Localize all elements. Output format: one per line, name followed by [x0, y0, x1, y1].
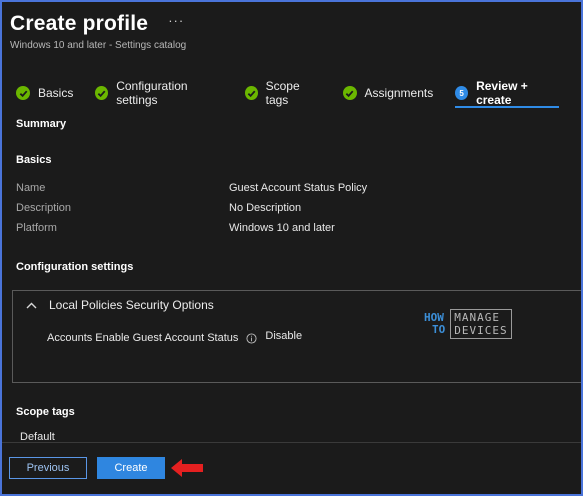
checkmark-icon: [16, 86, 30, 100]
watermark-right: MANAGE DEVICES: [450, 309, 512, 339]
more-options-icon[interactable]: ···: [168, 13, 184, 28]
settings-group-left-border: [12, 290, 13, 382]
tab-configuration-settings[interactable]: Configuration settings: [95, 79, 222, 107]
name-label: Name: [16, 182, 46, 194]
settings-group-bottom-divider: [12, 382, 581, 383]
step-label: Basics: [38, 86, 74, 100]
platform-value: Windows 10 and later: [229, 222, 335, 234]
platform-label: Platform: [16, 222, 57, 234]
step-label: Scope tags: [265, 79, 300, 107]
settings-group-top-divider: [12, 290, 581, 291]
watermark-devices: DEVICES: [454, 324, 508, 337]
chevron-up-icon[interactable]: [26, 298, 37, 312]
settings-group-header[interactable]: Local Policies Security Options: [26, 298, 214, 312]
page-subtitle: Windows 10 and later - Settings catalog: [10, 40, 187, 51]
scope-tags-heading: Scope tags: [16, 406, 75, 418]
annotation-arrow-icon: [168, 456, 206, 485]
summary-heading: Summary: [16, 118, 67, 130]
watermark-manage: MANAGE: [454, 311, 500, 324]
step-number-badge: 5: [455, 86, 469, 100]
tab-review-create[interactable]: 5 Review + create: [455, 79, 559, 108]
name-value: Guest Account Status Policy: [229, 182, 368, 194]
title-row: Create profile ···: [10, 12, 184, 36]
footer-divider: [2, 442, 581, 443]
tab-scope-tags[interactable]: Scope tags: [244, 79, 321, 107]
create-profile-panel: Create profile ··· Windows 10 and later …: [0, 0, 583, 496]
tab-assignments[interactable]: Assignments: [342, 82, 434, 104]
checkmark-icon: [95, 86, 109, 100]
watermark-left: HOW TO: [424, 312, 445, 336]
step-label: Assignments: [364, 86, 434, 100]
description-value: No Description: [229, 202, 302, 214]
wizard-steps: Basics Configuration settings Scope tags…: [16, 79, 581, 108]
watermark-to: TO: [432, 323, 446, 336]
watermark-logo: HOW TO MANAGE DEVICES: [424, 309, 512, 339]
setting-name: Accounts Enable Guest Account Status: [47, 332, 239, 344]
settings-group-title: Local Policies Security Options: [49, 298, 214, 312]
configuration-settings-heading: Configuration settings: [16, 261, 134, 273]
setting-value: Disable: [265, 330, 303, 342]
checkmark-icon: [244, 86, 258, 100]
description-label: Description: [16, 202, 72, 214]
create-button[interactable]: Create: [97, 457, 165, 479]
info-icon[interactable]: [246, 332, 257, 344]
page-title: Create profile: [10, 12, 149, 35]
setting-row: Accounts Enable Guest Account Status Dis…: [47, 330, 303, 344]
step-label: Review + create: [476, 79, 528, 107]
tab-basics[interactable]: Basics: [16, 82, 73, 104]
checkmark-icon: [342, 86, 357, 100]
basics-heading: Basics: [16, 154, 52, 166]
step-label: Configuration settings: [116, 79, 188, 107]
previous-button[interactable]: Previous: [9, 457, 87, 479]
